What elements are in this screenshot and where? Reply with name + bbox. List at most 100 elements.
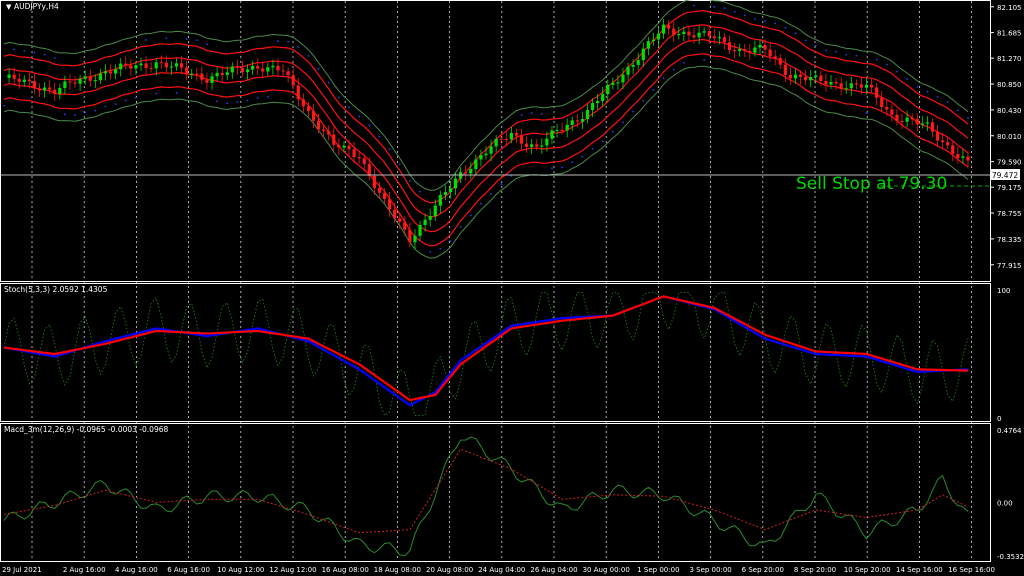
candle-body	[702, 31, 706, 33]
candle-body	[925, 122, 930, 124]
macd-panel[interactable]	[0, 423, 991, 562]
bollinger-upper	[3, 0, 969, 191]
candle-body	[961, 156, 965, 158]
candle-body	[814, 75, 818, 78]
candle-body	[225, 72, 229, 75]
candle-body	[930, 122, 935, 132]
candle-body	[585, 110, 590, 120]
candle-body	[616, 82, 620, 84]
x-tick-label: 3 Sep 00:00	[689, 566, 731, 574]
x-tick-label: 30 Aug 00:00	[583, 566, 630, 574]
candle-body	[124, 63, 128, 66]
candle-body	[834, 81, 838, 84]
trail-dot	[337, 96, 340, 99]
x-tick-label: 14 Sep 16:00	[896, 566, 943, 574]
blue-dot-trail	[3, 4, 969, 253]
trail-dot	[429, 251, 432, 253]
candle-body	[398, 218, 402, 222]
trail-dot	[368, 124, 371, 127]
trail-dot	[561, 166, 564, 169]
candle-body	[382, 192, 387, 200]
candle-body	[377, 187, 382, 193]
candle-body	[870, 84, 874, 88]
candle-body	[494, 138, 498, 147]
trail-dot	[591, 147, 594, 150]
candle-body	[276, 65, 280, 71]
candle-body	[408, 229, 412, 243]
candle-body	[687, 31, 691, 36]
candle-body	[149, 67, 153, 69]
candle-body	[900, 120, 904, 122]
trading-chart[interactable]: 29 Jul 2021 2 Aug 16:00 4 Aug 16:00 6 Aug 1…	[0, 0, 1024, 576]
trail-dot	[74, 114, 76, 116]
candle-body	[464, 172, 468, 174]
candle-body	[32, 81, 37, 89]
trail-dot	[804, 39, 807, 42]
candle-body	[108, 71, 113, 74]
trail-dot	[185, 38, 188, 40]
trail-dot	[256, 96, 259, 99]
trail-dot	[754, 17, 756, 20]
trail-dot	[774, 22, 777, 25]
trail-dot	[906, 78, 909, 81]
macd-tick-label: 0.00	[997, 499, 1013, 507]
trail-dot	[672, 68, 675, 71]
trail-dot	[490, 193, 492, 195]
candle-body	[372, 175, 376, 188]
envelope-middle-low	[3, 38, 969, 233]
candle-body	[159, 62, 163, 64]
trail-dot	[936, 96, 939, 98]
candle-body	[621, 74, 625, 83]
candle-body	[342, 145, 346, 148]
trail-dot	[794, 32, 797, 35]
candle-body	[78, 78, 82, 84]
trail-dot	[439, 248, 442, 250]
trail-dot	[236, 100, 239, 103]
candle-body	[864, 84, 869, 88]
candle-body	[357, 157, 361, 159]
trail-dot	[287, 40, 290, 43]
candle-body	[854, 83, 858, 85]
trail-dot	[764, 20, 766, 22]
candle-body	[941, 140, 945, 143]
candle-body	[200, 73, 204, 80]
x-tick-label: 6 Aug 16:00	[167, 566, 210, 574]
candle-body	[169, 66, 174, 68]
stoch-tick-label: 0	[997, 415, 1001, 423]
candle-body	[210, 76, 214, 83]
candle-body	[103, 71, 108, 74]
candle-body	[514, 132, 519, 136]
candle-body	[428, 216, 432, 220]
trail-dot	[540, 112, 543, 115]
sell-stop-annotation: Sell Stop at 79.30	[796, 174, 947, 194]
trail-dot	[114, 103, 117, 106]
candle-body	[433, 205, 437, 217]
trail-dot	[916, 86, 919, 88]
candle-body	[946, 142, 950, 146]
candle-body	[773, 56, 777, 59]
candle-body	[875, 87, 879, 98]
trail-dot	[662, 77, 665, 80]
candle-body	[788, 74, 793, 79]
macd-label: Macd_3m(12,26,9) -0.0965 -0.0003 -0.0968	[4, 425, 168, 434]
trail-dot	[277, 40, 279, 42]
trail-dot	[398, 163, 401, 166]
candle-body	[727, 42, 732, 51]
candle-body	[154, 62, 158, 69]
candle-body	[489, 146, 493, 154]
trail-dot	[926, 90, 929, 93]
candle-body	[469, 169, 473, 174]
price-tick-label: 79.590	[997, 159, 1022, 167]
trail-dot	[885, 63, 888, 66]
trail-dot	[480, 202, 482, 205]
candle-body	[824, 80, 828, 85]
x-tick-label: 16 Sep 16:00	[948, 566, 995, 574]
candle-body	[48, 87, 52, 90]
candle-body	[798, 74, 803, 77]
candle-body	[920, 123, 924, 125]
trail-dot	[175, 92, 178, 94]
candle-body	[119, 63, 123, 70]
x-tick-label: 1 Sep 00:00	[637, 566, 679, 574]
x-tick-label: 6 Sep 20:00	[742, 566, 784, 574]
trail-dot	[632, 110, 635, 113]
